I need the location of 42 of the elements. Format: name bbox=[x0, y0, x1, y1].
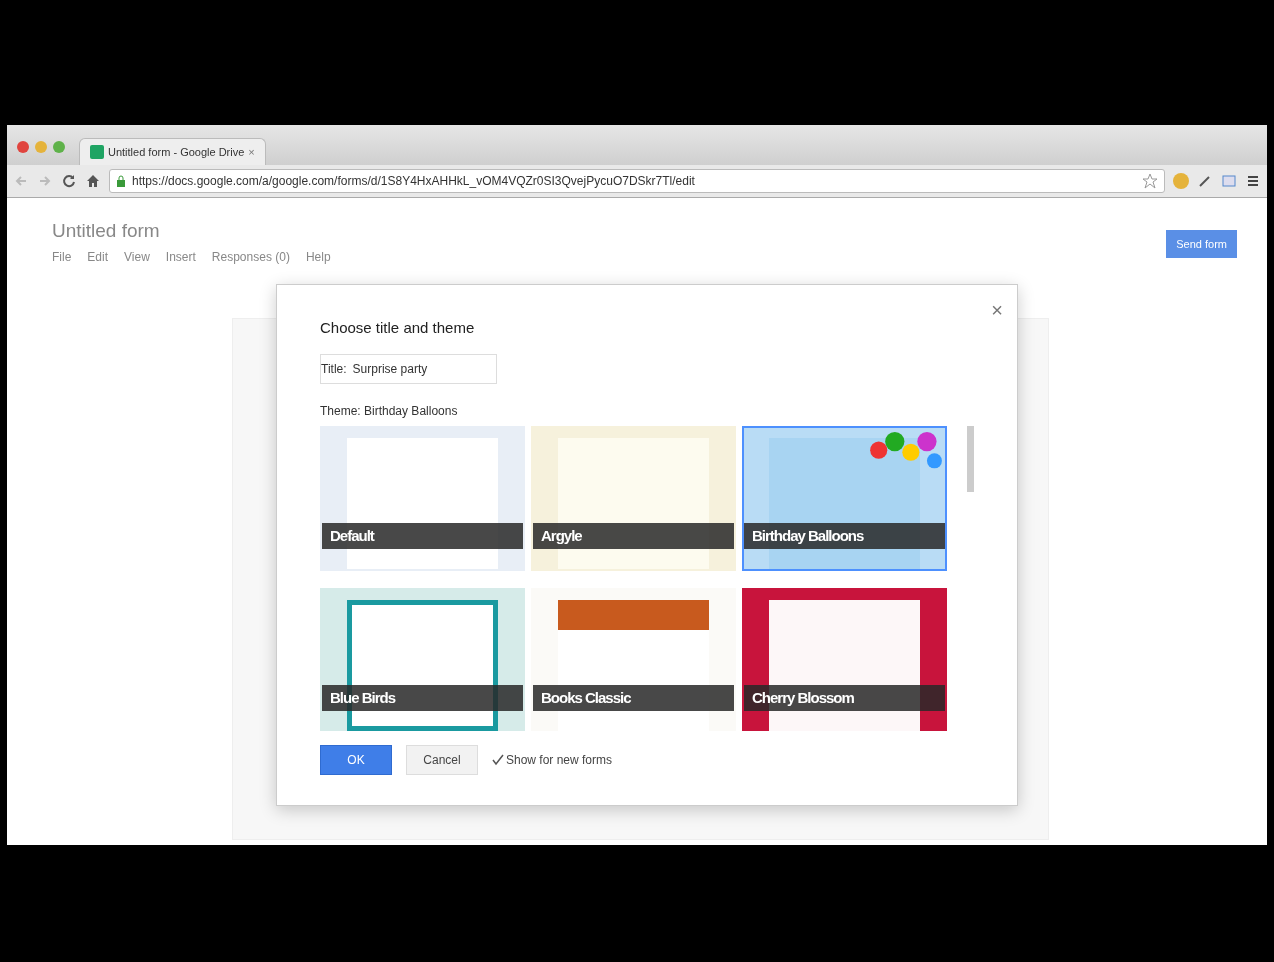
theme-name: Birthday Balloons bbox=[744, 523, 945, 549]
url-text: https://docs.google.com/a/google.com/forms/d/1S8Y4HxAHHkL_vOM4VQZr0SI3QvejPycuO7DSkr7Tl/edit bbox=[132, 174, 696, 188]
window-controls-icon[interactable] bbox=[17, 141, 65, 153]
close-icon[interactable]: × bbox=[248, 146, 255, 158]
cancel-button[interactable]: Cancel bbox=[406, 745, 478, 775]
address-bar[interactable]: https://docs.google.com/a/google.com/forms/d/1S8Y4HxAHHkL_vOM4VQZr0SI3QvejPycuO7DSkr7Tl/edit bbox=[109, 169, 1165, 193]
theme-name: Books Classic bbox=[533, 685, 734, 711]
form-title: Untitled form bbox=[52, 220, 161, 242]
theme-name: Blue Birds bbox=[322, 685, 523, 711]
reload-icon[interactable] bbox=[61, 173, 77, 189]
window-icon[interactable] bbox=[1221, 173, 1237, 189]
theme-tile[interactable]: Books Classic bbox=[531, 588, 736, 731]
browser-tab[interactable]: Untitled form - Google Drive × bbox=[79, 138, 266, 165]
close-icon[interactable]: × bbox=[991, 299, 1003, 322]
theme-name: Default bbox=[322, 523, 523, 549]
menu-item[interactable]: Help bbox=[305, 250, 331, 264]
menu-icon[interactable] bbox=[1245, 173, 1261, 189]
menu-item[interactable]: Edit bbox=[87, 250, 109, 264]
theme-tile[interactable]: Cherry Blossom bbox=[742, 588, 947, 731]
star-icon[interactable] bbox=[1142, 173, 1158, 189]
theme-tile[interactable]: Birthday Balloons bbox=[742, 426, 947, 571]
checkmark-icon bbox=[492, 754, 504, 766]
show-for-new-forms-checkbox[interactable]: Show for new forms bbox=[492, 753, 613, 767]
tab-title: Untitled form - Google Drive bbox=[108, 146, 245, 158]
theme-tile[interactable]: Blue Birds bbox=[320, 588, 525, 731]
theme-tile[interactable]: Argyle bbox=[531, 426, 736, 571]
theme-tile[interactable]: Default bbox=[320, 426, 525, 571]
scrollbar[interactable] bbox=[967, 426, 974, 492]
menu-item[interactable]: Responses (0) bbox=[211, 250, 290, 264]
home-icon[interactable] bbox=[85, 173, 101, 189]
theme-name: Argyle bbox=[533, 523, 734, 549]
forms-icon bbox=[90, 145, 104, 159]
theme-label: Theme: Birthday Balloons bbox=[320, 404, 459, 418]
dialog-title: Choose title and theme bbox=[320, 319, 475, 336]
ok-button[interactable]: OK bbox=[320, 745, 392, 775]
theme-name: Cherry Blossom bbox=[744, 685, 945, 711]
menu-item[interactable]: View bbox=[124, 250, 150, 264]
lock-icon bbox=[116, 175, 126, 187]
title-field[interactable]: Title: Surprise party bbox=[320, 354, 497, 384]
menu-item[interactable]: File bbox=[52, 250, 72, 264]
pen-icon[interactable] bbox=[1197, 173, 1213, 189]
menu-item[interactable]: Insert bbox=[165, 250, 196, 264]
